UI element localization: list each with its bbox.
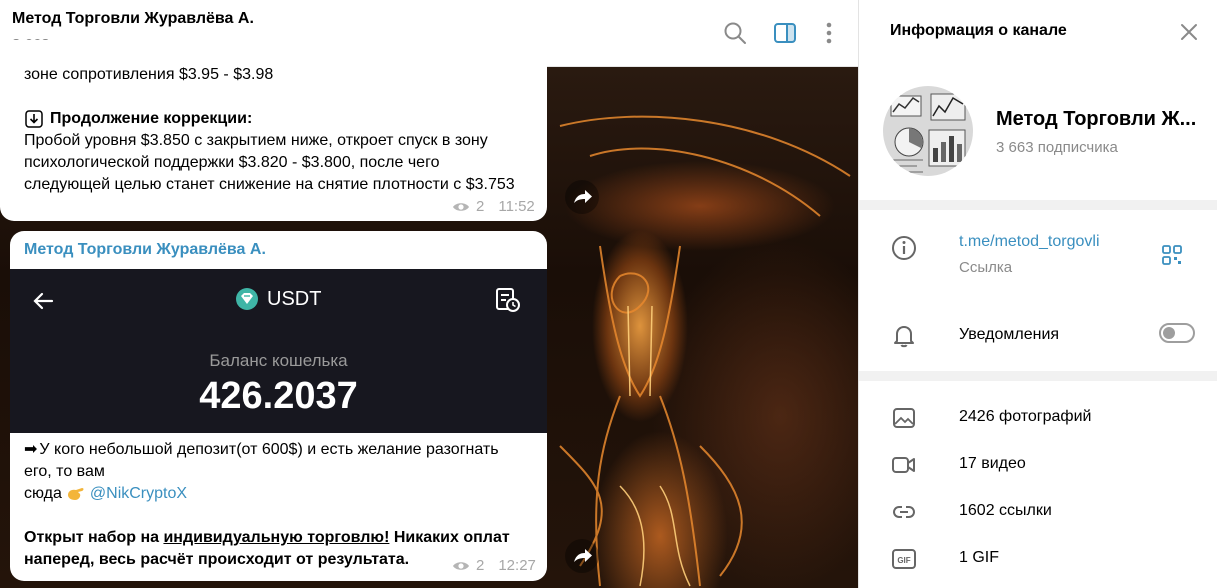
channel-link[interactable]: t.me/metod_torgovli [959, 233, 1100, 251]
channel-info-panel: Информация о канале Метод Торговли Ж... … [858, 0, 1217, 588]
views-icon [453, 202, 469, 211]
message-body-line: У кого небольшой депозит(от 600$) и есть… [39, 441, 499, 458]
media-row-photos[interactable]: 2426 фотографий [959, 408, 1091, 426]
channel-subscribers: 3 663 подписчика [996, 139, 1118, 156]
qr-code-icon[interactable] [1161, 244, 1183, 266]
message-body: Пробой уровня $3.850 с закрытием ниже, о… [24, 130, 515, 196]
message-meta: 2 12:27 [452, 557, 536, 574]
divider [859, 371, 1217, 381]
chat-area: Метод Торговли Журавлёва А. 3 663 подпис… [0, 0, 858, 588]
wallet-balance-label: Баланс кошелька [209, 351, 348, 370]
notifications-toggle[interactable] [1159, 323, 1195, 343]
message-body-line: его, то вам [24, 463, 105, 480]
message-body: ➡ У кого небольшой депозит(от 600$) и ес… [24, 439, 539, 571]
message-sender[interactable]: Метод Торговли Журавлёва А. [24, 241, 266, 259]
back-arrow-icon [33, 292, 54, 310]
message-heading: Продолжение коррекции: [24, 108, 252, 130]
wallet-balance: 426.2037 [199, 375, 358, 417]
channel-link-caption: Ссылка [959, 259, 1013, 276]
svg-text:GIF: GIF [897, 556, 910, 565]
forward-icon [574, 190, 592, 203]
video-icon [892, 457, 915, 473]
message-body-line: психологической поддержки $3.820 - $3.80… [24, 154, 440, 171]
close-icon[interactable] [1177, 20, 1201, 44]
download-icon [25, 110, 43, 128]
panel-title: Информация о канале [890, 22, 1067, 39]
message-bubble[interactable]: зоне сопротивления $3.95 - $3.98 Продолж… [0, 40, 547, 221]
views-count: 2 [476, 198, 485, 215]
wallet-screenshot[interactable]: USDT Баланс кошелька 426.2037 [10, 269, 547, 433]
media-row-videos[interactable]: 17 видео [959, 455, 1026, 473]
wallet-token-label: USDT [267, 287, 322, 310]
forward-button[interactable] [565, 539, 599, 573]
message-underlined-text: индивидуальную торговлю! [163, 529, 390, 546]
link-icon [892, 506, 916, 518]
arrow-right-icon: ➡ [24, 441, 38, 458]
history-icon [496, 288, 520, 312]
bell-icon [894, 326, 914, 348]
message-body-line: следующей целью станет снижение на сняти… [24, 176, 515, 193]
info-icon [892, 236, 916, 260]
media-row-links[interactable]: 1602 ссылки [959, 502, 1052, 520]
mention-link[interactable]: @NikCryptoX [90, 483, 187, 505]
message-meta: 2 11:52 [452, 198, 535, 215]
sidebar-toggle-icon[interactable] [772, 20, 798, 46]
media-row-gif[interactable]: 1 GIF [959, 549, 999, 567]
forward-button[interactable] [565, 180, 599, 214]
message-time: 12:27 [498, 557, 536, 574]
channel-avatar[interactable] [883, 86, 973, 176]
hand-pointing-icon [67, 488, 84, 500]
message-heading-text: Продолжение коррекции: [50, 110, 253, 127]
message-text-line: зоне сопротивления $3.95 - $3.98 [24, 66, 274, 83]
wallet-token: USDT [235, 287, 321, 311]
channel-name: Метод Торговли Ж... [996, 108, 1197, 130]
message-body-line: Пробой уровня $3.850 с закрытием ниже, о… [24, 132, 488, 149]
tether-icon [236, 288, 258, 310]
message-bold-line: Открыт набор на индивидуальную торговлю!… [24, 527, 539, 549]
views-count: 2 [476, 557, 485, 574]
more-options-icon[interactable] [816, 20, 842, 46]
gif-icon: GIF [892, 549, 916, 569]
notifications-label: Уведомления [959, 326, 1060, 343]
toggle-knob [1163, 327, 1175, 339]
search-icon[interactable] [722, 20, 748, 46]
forward-icon [574, 549, 592, 562]
message-bold-text: Никаких оплат [389, 529, 510, 546]
message-body-line: сюда [24, 485, 62, 502]
message-time: 11:52 [498, 198, 535, 215]
divider [859, 200, 1217, 210]
chat-title[interactable]: Метод Торговли Журавлёва А. [12, 10, 254, 28]
photo-icon [893, 408, 915, 428]
views-icon [453, 561, 469, 570]
message-bold-text: Открыт набор на [24, 529, 164, 546]
